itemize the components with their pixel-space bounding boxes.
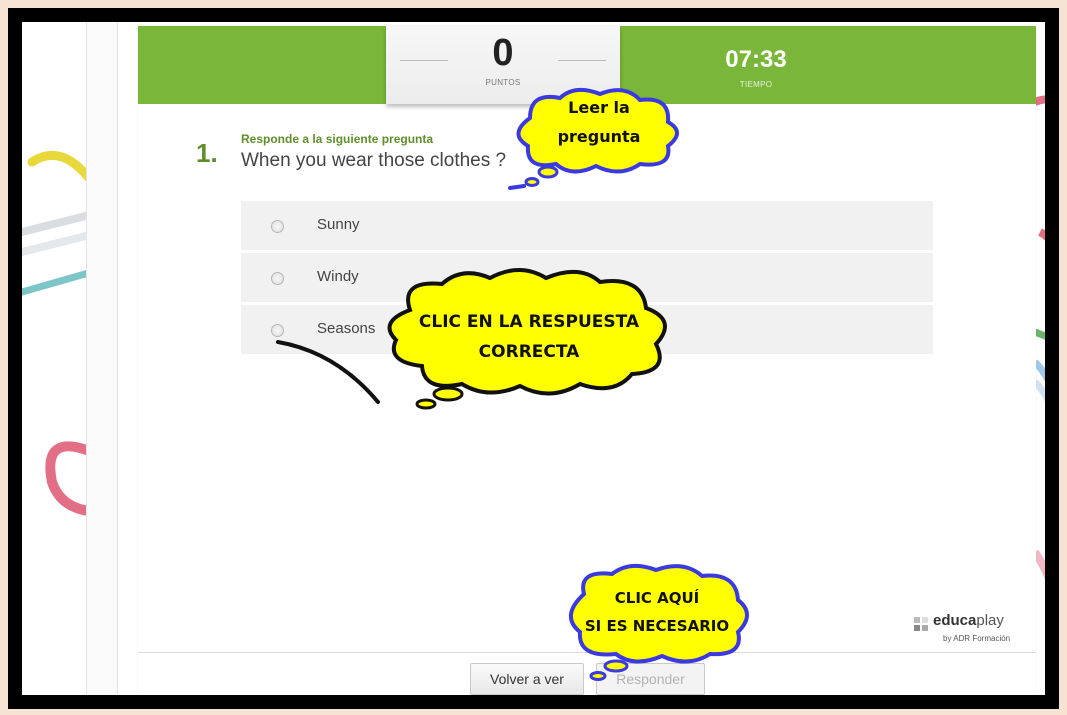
callout-click-here: CLIC AQUÍ SI ES NECESARIO bbox=[556, 562, 756, 682]
question-number: 1. bbox=[196, 138, 218, 168]
callout-read-question-line1: Leer la bbox=[568, 98, 630, 117]
answer-option-label: Windy bbox=[317, 268, 359, 285]
radio-button[interactable] bbox=[271, 220, 284, 233]
educaplay-logo-icon bbox=[914, 617, 928, 631]
timer-label: TIEMPO bbox=[739, 80, 773, 89]
radio-button[interactable] bbox=[271, 272, 284, 285]
educaplay-logo-name: educaplay bbox=[933, 612, 1004, 629]
callout-click-answer-line2: CORRECTA bbox=[478, 342, 580, 362]
quiz-page: 0 PUNTOS 07:33 TIEMPO 1. Responde a la s… bbox=[22, 22, 1045, 695]
answer-option-sunny[interactable]: Sunny bbox=[241, 201, 933, 250]
callout-click-answer-line1: CLIC EN LA RESPUESTA bbox=[418, 312, 640, 332]
callout-click-here-line2: SI ES NECESARIO bbox=[584, 617, 730, 635]
callout-click-answer: CLIC EN LA RESPUESTA CORRECTA bbox=[370, 264, 682, 414]
question-instruction: Responde a la siguiente pregunta bbox=[241, 132, 434, 146]
screenshot-frame: 0 PUNTOS 07:33 TIEMPO 1. Responde a la s… bbox=[8, 8, 1059, 709]
callout-click-here-line1: CLIC AQUÍ bbox=[614, 589, 700, 607]
page-side-strip bbox=[86, 22, 118, 695]
timer-value: 07:33 bbox=[725, 46, 787, 73]
score-value: 0 bbox=[492, 32, 514, 74]
callout-read-question-line2: pregunta bbox=[557, 127, 641, 146]
pointer-line bbox=[276, 340, 380, 404]
answer-option-label: Sunny bbox=[317, 216, 360, 233]
educaplay-logo-sub: by ADR Formación bbox=[943, 634, 1011, 643]
callout-read-question: Leer la pregunta bbox=[500, 84, 690, 194]
question-text: When you wear those clothes ? bbox=[241, 150, 507, 171]
